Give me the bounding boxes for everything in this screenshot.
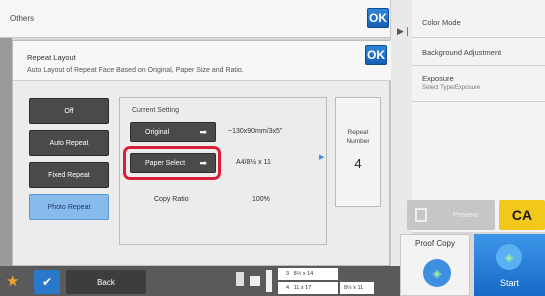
diamond-icon: ◈ — [423, 259, 451, 287]
tray-size: 4 11 x 17 — [278, 282, 338, 294]
repeat-layout-dialog: Repeat Layout Auto Layout of Repeat Face… — [12, 40, 391, 266]
current-setting-panel: Current Setting Original ➡ ~130x90mm/3x5… — [119, 97, 327, 245]
arrow-right-icon: ➡ — [199, 127, 207, 137]
preview-button[interactable]: Preview — [407, 200, 495, 230]
dialog-title: Repeat Layout — [27, 53, 76, 62]
preview-icon — [415, 208, 427, 222]
color-mode-item[interactable]: Color Mode — [412, 0, 545, 38]
start-button[interactable]: ◈ Start — [474, 234, 545, 296]
exposure-item[interactable]: Exposure Select Type/Exposure — [412, 66, 545, 102]
exposure-sub-label: Select Type/Exposure — [422, 85, 481, 91]
tray-icon — [236, 272, 244, 286]
paper-select-button[interactable]: Paper Select ➡ — [130, 153, 216, 173]
check-button[interactable]: ✔ — [34, 270, 60, 294]
tray-size: 3 8½ x 14 — [278, 268, 338, 280]
copy-ratio-value: 100% — [252, 196, 270, 203]
paper-value: A4/8½ x 11 — [236, 159, 271, 166]
proof-copy-label: Proof Copy — [414, 239, 456, 248]
tray-icon — [250, 276, 260, 286]
tray-icon — [266, 270, 272, 292]
color-mode-label: Color Mode — [422, 18, 461, 27]
dialog-header: Repeat Layout Auto Layout of Repeat Face… — [13, 41, 391, 81]
play-pause-icon: ▶❘ — [397, 26, 412, 36]
paper-select-label: Paper Select — [145, 159, 186, 167]
arrow-right-icon: ➡ — [199, 158, 207, 168]
star-icon[interactable]: ★ — [6, 272, 19, 290]
check-icon: ✔ — [41, 275, 53, 289]
triangle-right-icon: ▶ — [319, 154, 325, 161]
mode-photo-repeat-button[interactable]: Photo Repeat — [29, 194, 109, 220]
back-button[interactable]: Back — [66, 270, 146, 294]
exposure-label: Exposure — [422, 74, 454, 83]
right-panel: Color Mode Background Adjustment Exposur… — [412, 0, 545, 232]
dialog-description: Auto Layout of Repeat Face Based on Orig… — [27, 67, 244, 74]
original-value: ~130x90mm/3x5" — [228, 128, 283, 135]
others-header: Others — [0, 0, 390, 38]
paper-tray-status: 3 8½ x 14 4 11 x 17 8½ x 11 — [236, 268, 376, 296]
others-ok-button[interactable]: OK — [367, 8, 389, 28]
proof-copy-button[interactable]: Proof Copy ◈ — [400, 234, 470, 296]
background-adjustment-item[interactable]: Background Adjustment — [412, 38, 545, 66]
preview-label: Preview — [453, 211, 478, 219]
mode-auto-repeat-button[interactable]: Auto Repeat — [29, 130, 109, 156]
repeat-number-value: 4 — [354, 156, 362, 171]
current-setting-label: Current Setting — [132, 107, 180, 114]
others-title: Others — [10, 14, 35, 23]
dim-strip — [0, 38, 12, 266]
mode-off-button[interactable]: Off — [29, 98, 109, 124]
clear-all-button[interactable]: CA — [499, 200, 545, 230]
dialog-ok-button[interactable]: OK — [365, 45, 387, 65]
diamond-icon: ◈ — [496, 244, 522, 270]
repeat-number-label: Repeat Number — [346, 129, 370, 145]
original-button[interactable]: Original ➡ — [130, 122, 216, 142]
background-adjustment-label: Background Adjustment — [422, 48, 502, 57]
mode-fixed-repeat-button[interactable]: Fixed Repeat — [29, 162, 109, 188]
tray-size: 8½ x 11 — [340, 282, 374, 294]
original-label: Original — [145, 128, 170, 136]
repeat-number-box: Repeat Number 4 — [335, 97, 381, 207]
start-label: Start — [499, 278, 519, 288]
copy-ratio-label: Copy Ratio — [154, 196, 189, 203]
